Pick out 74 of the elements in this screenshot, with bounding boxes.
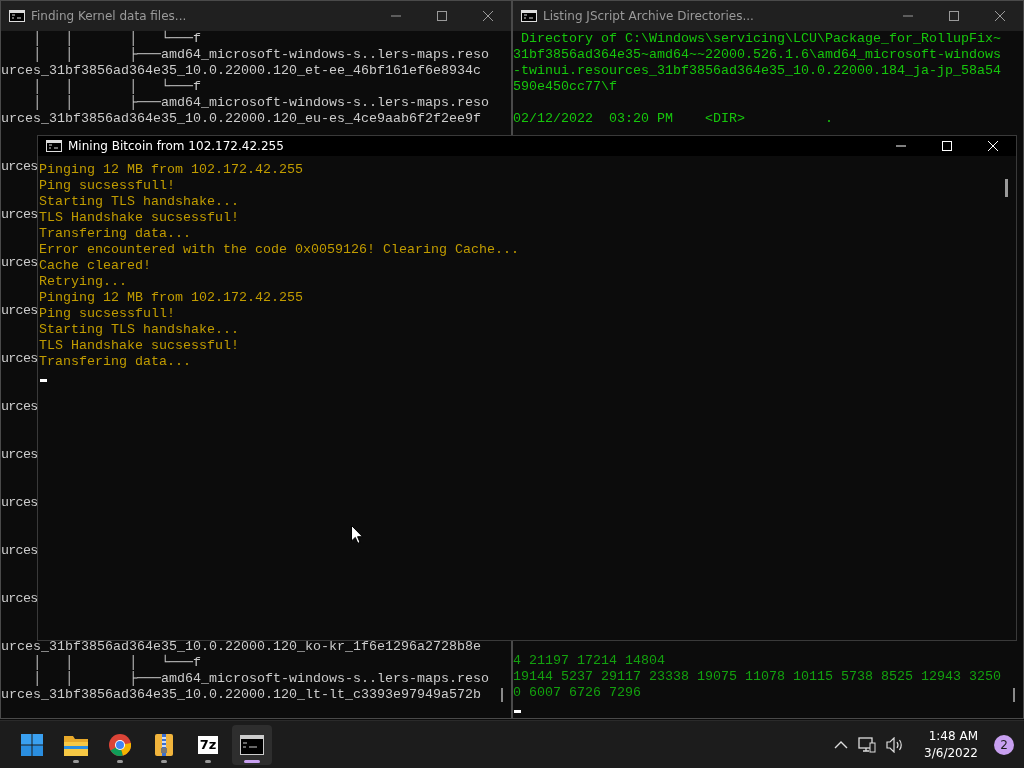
taskbar-app-button[interactable]: 7z	[188, 724, 228, 765]
terminal-line: │ │ ├───amd64_microsoft-windows-s..lers-maps.reso	[32, 95, 489, 111]
scrollbar-thumb[interactable]	[1005, 179, 1008, 197]
network-icon[interactable]	[858, 736, 877, 753]
terminal-line: │ │ │ └───f	[32, 31, 201, 47]
text-cursor	[514, 710, 521, 713]
terminal-line: Retrying...	[39, 274, 127, 290]
terminal-line: 02/12/2022 03:20 PM <DIR> .	[513, 111, 833, 127]
terminal-line: │ │ │ └───f	[32, 79, 201, 95]
clock-date: 3/6/2022	[924, 744, 978, 762]
clock-time: 1:48 AM	[928, 727, 978, 745]
four-squares-icon	[21, 733, 43, 756]
console-icon	[9, 10, 25, 22]
terminal-line: │ │ ├───amd64_microsoft-windows-s..lers-maps.reso	[32, 47, 489, 63]
terminal-line: urces_31bf3856ad364e35_10.0.22000.120_eu-es_4ce9aab6f2f2ee9f	[1, 111, 481, 127]
terminal-line: │ │ ├───amd64_microsoft-windows-s..lers-maps.reso	[32, 671, 489, 687]
notification-badge[interactable]: 2	[994, 734, 1014, 755]
terminal-line: urces	[1, 447, 38, 463]
maximize-icon	[949, 11, 959, 21]
window-title: Listing JScript Archive Directories...	[543, 9, 754, 23]
terminal-line: 0 6007 6726 7296	[513, 685, 641, 701]
speaker-icon[interactable]	[886, 736, 905, 753]
console-icon	[521, 10, 537, 22]
terminal-line: 19144 5237 29117 23338 19075 11078 10115 5738 8525 12943 3250	[513, 669, 1001, 685]
terminal-line: │ │ │ └───f	[32, 655, 201, 671]
terminal-line: Ping sucsessfull!	[39, 306, 175, 322]
maximize-icon	[942, 141, 952, 151]
terminal-line: Error encountered with the code 0x0059126! Clearing Cache...	[39, 242, 519, 258]
terminal-line: urces_31bf3856ad364e35_10.0.22000.120_et-ee_46bf161ef6e8934c	[1, 63, 481, 78]
window-title: Mining Bitcoin from 102.172.42.255	[68, 139, 284, 153]
terminal-line: Transfering data...	[39, 354, 191, 370]
terminal-line: Directory of C:\Windows\servicing\LCU\Package_for_RollupFix~	[520, 31, 1001, 47]
terminal-line: 590e450cc77\f	[513, 79, 617, 95]
close-icon	[995, 11, 1005, 21]
taskbar-app-button[interactable]	[232, 724, 272, 765]
mouse-pointer-icon	[351, 525, 363, 544]
terminal-line: urces	[1, 303, 38, 319]
console-icon	[240, 734, 264, 755]
archive-icon	[153, 732, 175, 757]
close-icon	[483, 11, 493, 21]
terminal-line: Cache cleared!	[39, 258, 151, 274]
terminal-line: urces	[1, 351, 38, 367]
terminal-line: TLS Handshake sucsessful!	[39, 338, 239, 354]
maximize-icon	[437, 11, 447, 21]
terminal-line: Ping sucsessfull!	[39, 178, 175, 194]
terminal-line: TLS Handshake sucsessful!	[39, 210, 239, 226]
chevron-up-icon[interactable]	[834, 739, 849, 750]
app-logo: 7z	[197, 735, 219, 754]
terminal-line: urces	[1, 399, 38, 415]
scrollbar-thumb[interactable]	[1013, 688, 1015, 702]
terminal-line: Pinging 12 MB from 102.172.42.255	[39, 290, 303, 306]
browser-icon	[109, 733, 131, 756]
text-cursor	[40, 379, 47, 382]
console-icon	[46, 140, 62, 152]
folder-icon	[64, 733, 88, 756]
terminal-line: urces	[1, 543, 38, 559]
terminal-line: Starting TLS handshake...	[39, 194, 239, 210]
terminal-line: -twinui.resources_31bf3856ad364e35_10.0.22000.184_ja-jp_58a54	[513, 63, 1001, 79]
terminal-line: Pinging 12 MB from 102.172.42.255	[39, 162, 303, 178]
terminal-line: urces_31bf3856ad364e35_10.0.22000.120_lt-lt_c3393e97949a572b	[1, 687, 481, 703]
close-icon	[988, 141, 998, 151]
terminal-line: 31bf3856ad364e35~amd64~~22000.526.1.6\amd64_microsoft-windows	[513, 47, 1001, 63]
terminal-line: urces	[1, 207, 38, 223]
terminal-line: urces	[1, 591, 38, 607]
terminal-line: Starting TLS handshake...	[39, 322, 239, 338]
terminal-line: urces	[1, 159, 38, 175]
clock[interactable]: 1:48 AM 3/6/2022	[924, 727, 978, 762]
scrollbar-thumb[interactable]	[501, 688, 503, 702]
terminal-line: urces	[1, 495, 38, 511]
terminal-line: Transfering data...	[39, 226, 191, 242]
terminal-line: 4 21197 17214 14804	[513, 653, 665, 669]
terminal-line: urces	[1, 255, 38, 271]
window-title: Finding Kernel data files...	[31, 9, 187, 23]
terminal-line: urces_31bf3856ad364e35_10.0.22000.120_ko-kr_1f6e1296a2728b8e	[1, 639, 481, 654]
